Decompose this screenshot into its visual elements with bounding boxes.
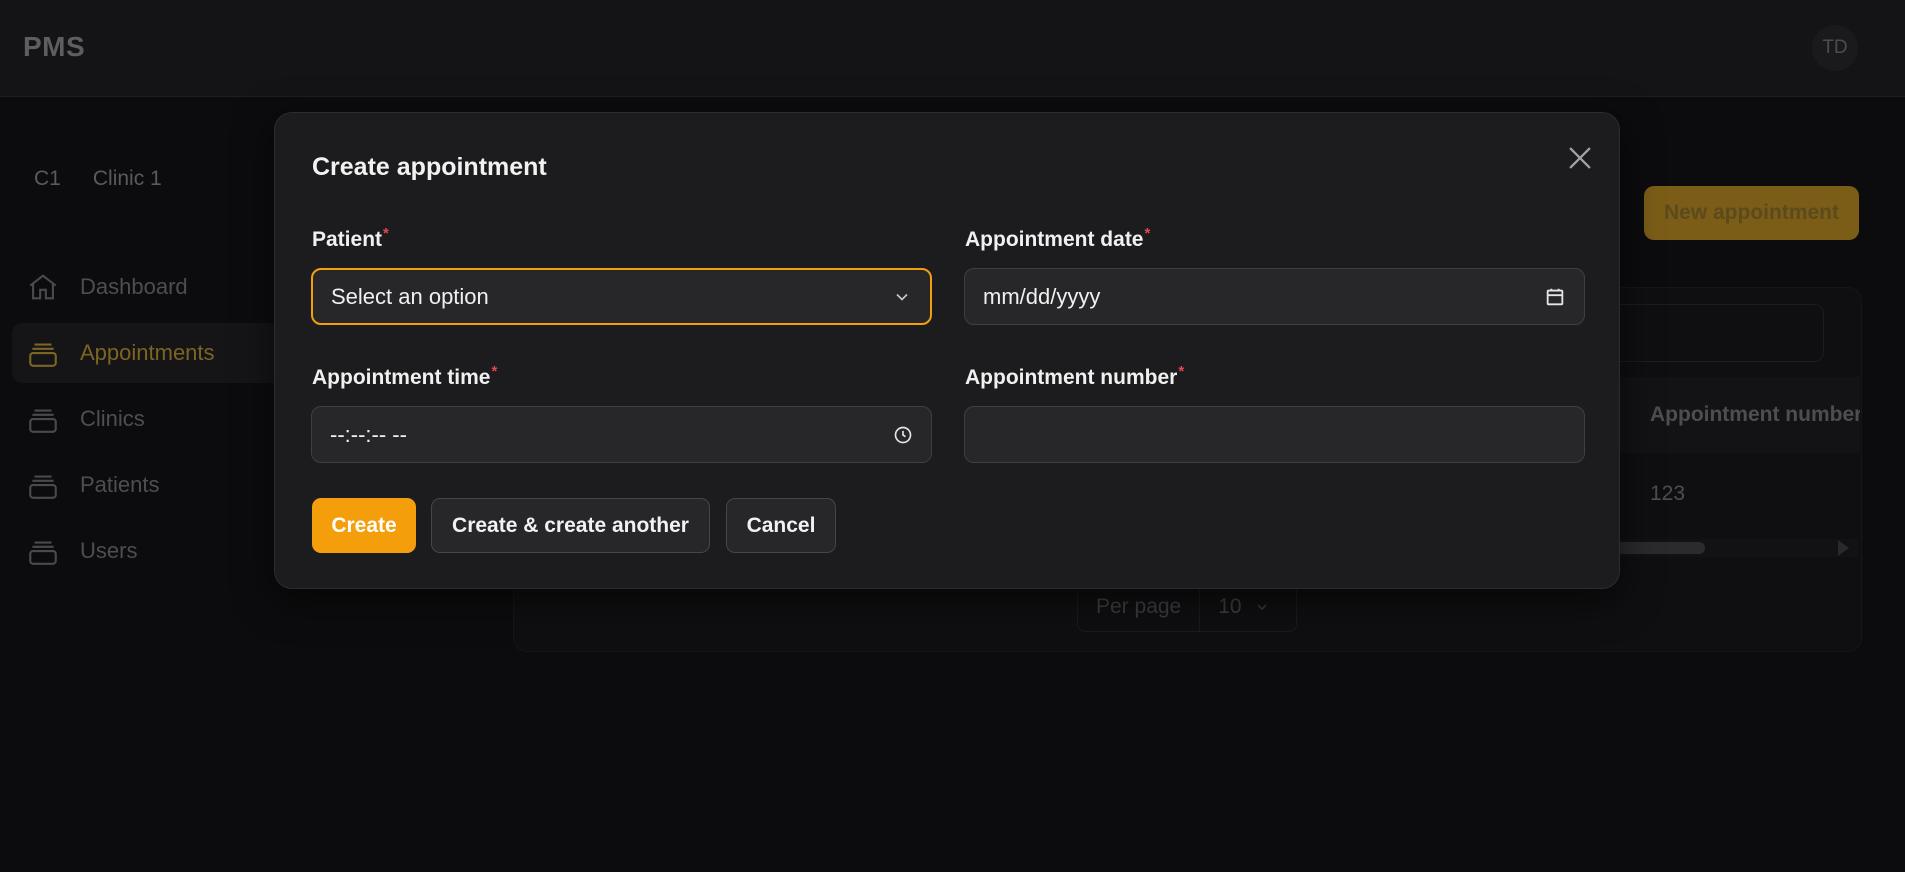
close-icon [1569, 147, 1591, 169]
clock-icon[interactable] [893, 425, 913, 445]
required-marker: * [1144, 225, 1151, 242]
required-marker: * [491, 363, 498, 380]
scroll-right-arrow-icon[interactable] [1838, 540, 1849, 556]
per-page-selector[interactable]: Per page 10 [1077, 582, 1297, 632]
sidebar-item-clinics[interactable]: Clinics [12, 389, 302, 449]
stack-icon [29, 541, 57, 565]
patient-select-value: Select an option [331, 283, 489, 309]
sidebar-item-label: Clinics [80, 406, 145, 431]
table-cell-appointment-number: 123 [1650, 482, 1686, 505]
appointment-number-label: Appointment number* [965, 363, 1184, 390]
sidebar-item-label: Appointments [80, 340, 215, 365]
close-button[interactable] [1563, 141, 1597, 175]
appointment-time-input[interactable]: --:--:-- -- [311, 406, 932, 463]
sidebar-item-label: Dashboard [80, 274, 188, 299]
sidebar-item-appointments[interactable]: Appointments [12, 323, 302, 383]
column-header-appointment-number[interactable]: Appointment number [1650, 403, 1860, 427]
cancel-button[interactable]: Cancel [726, 498, 836, 553]
stack-icon [29, 343, 57, 367]
table-search-input[interactable] [1594, 304, 1824, 362]
per-page-value: 10 [1218, 595, 1242, 618]
chevron-down-icon [1257, 604, 1267, 610]
create-button[interactable]: Create [312, 498, 416, 553]
sidebar-item-users[interactable]: Users [12, 521, 302, 581]
modal-title: Create appointment [312, 153, 547, 181]
sidebar: C1 Clinic 1 Dashboard Appointments Clini… [0, 97, 302, 872]
tenant-code: C1 [34, 167, 61, 190]
appointment-time-label-text: Appointment time [312, 366, 491, 389]
sidebar-item-label: Users [80, 538, 138, 563]
home-icon [29, 274, 57, 300]
patient-select[interactable]: Select an option [311, 268, 932, 325]
top-bar: PMS TD [0, 0, 1905, 97]
per-page-label: Per page [1078, 583, 1201, 631]
sidebar-item-label: Patients [80, 472, 160, 497]
per-page-select[interactable]: 10 [1200, 595, 1269, 619]
tenant-switcher[interactable]: C1 Clinic 1 [34, 167, 162, 191]
patient-label: Patient* [312, 225, 389, 252]
appointment-date-label-text: Appointment date [965, 228, 1144, 251]
appointment-time-value: --:--:-- -- [330, 421, 407, 447]
create-another-button[interactable]: Create & create another [431, 498, 710, 553]
appointment-number-input[interactable] [964, 406, 1585, 463]
stack-icon [29, 409, 57, 433]
create-appointment-modal: Create appointment Patient* Select an op… [274, 112, 1620, 589]
user-avatar[interactable]: TD [1812, 25, 1858, 71]
required-marker: * [1178, 363, 1185, 380]
stack-icon [29, 475, 57, 499]
tenant-name: Clinic 1 [92, 167, 162, 190]
appointment-number-label-text: Appointment number [965, 366, 1178, 389]
appointment-date-input[interactable]: mm/dd/yyyy [964, 268, 1585, 325]
appointment-date-value: mm/dd/yyyy [983, 283, 1101, 309]
patient-label-text: Patient [312, 228, 383, 251]
brand-logo[interactable]: PMS [23, 31, 85, 63]
sidebar-item-dashboard[interactable]: Dashboard [12, 257, 302, 317]
required-marker: * [383, 225, 389, 242]
appointment-date-label: Appointment date* [965, 225, 1150, 252]
calendar-icon[interactable] [1544, 286, 1566, 308]
sidebar-item-patients[interactable]: Patients [12, 455, 302, 515]
appointment-time-label: Appointment time* [312, 363, 497, 390]
chevron-down-icon [896, 293, 908, 301]
new-appointment-button[interactable]: New appointment [1644, 186, 1859, 240]
